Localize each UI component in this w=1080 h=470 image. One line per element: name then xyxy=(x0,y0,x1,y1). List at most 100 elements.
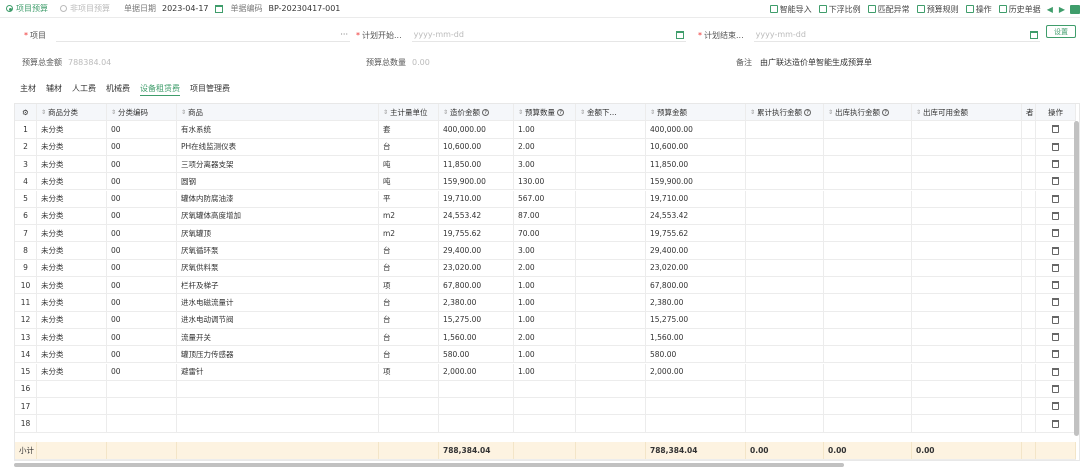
unit-cell[interactable] xyxy=(379,398,439,415)
trash-icon[interactable] xyxy=(1052,125,1059,134)
outbound-avail-cell[interactable] xyxy=(912,277,1022,294)
product-cell[interactable]: 厌氧供料泵 xyxy=(177,259,379,276)
column-header[interactable]: ⇕ 累计执行金额? xyxy=(746,104,824,121)
extra-cell[interactable] xyxy=(1022,415,1036,432)
cost-amount-cell[interactable]: 2,000.00 xyxy=(439,363,514,380)
trash-icon[interactable] xyxy=(1052,367,1059,376)
category-code-cell[interactable]: 00 xyxy=(107,207,177,225)
cost-amount-cell[interactable]: 23,020.00 xyxy=(439,259,514,276)
outbound-exec-cell[interactable] xyxy=(824,311,912,328)
extra-cell[interactable] xyxy=(1022,380,1036,398)
category-code-cell[interactable]: 00 xyxy=(107,121,177,138)
budget-qty-cell[interactable]: 2.00 xyxy=(514,259,576,276)
outbound-exec-cell[interactable] xyxy=(824,225,912,242)
horizontal-scrollbar[interactable] xyxy=(14,463,844,467)
cumulative-exec-cell[interactable] xyxy=(746,398,824,415)
category-cell[interactable]: 未分类 xyxy=(37,207,107,225)
budget-amount-cell[interactable]: 10,600.00 xyxy=(646,138,746,155)
cumulative-exec-cell[interactable] xyxy=(746,207,824,225)
outbound-avail-cell[interactable] xyxy=(912,380,1022,398)
amount-down-cell[interactable] xyxy=(576,346,646,363)
category-code-cell[interactable]: 00 xyxy=(107,363,177,380)
product-cell[interactable]: 有水系统 xyxy=(177,121,379,138)
cumulative-exec-cell[interactable] xyxy=(746,242,824,259)
budget-amount-cell[interactable] xyxy=(646,415,746,432)
column-header[interactable]: ⇕ 预算金额 xyxy=(646,104,746,121)
category-cell[interactable]: 未分类 xyxy=(37,190,107,207)
budget-amount-cell[interactable] xyxy=(646,380,746,398)
plan-end-input[interactable]: yyyy-mm-dd xyxy=(753,28,1040,42)
budget-amount-cell[interactable]: 15,275.00 xyxy=(646,311,746,328)
amount-down-cell[interactable] xyxy=(576,173,646,190)
budget-qty-cell[interactable] xyxy=(514,380,576,398)
unit-cell[interactable]: 台 xyxy=(379,346,439,363)
tab-equipment-rental[interactable]: 设备租赁费 xyxy=(140,80,180,98)
outbound-exec-cell[interactable] xyxy=(824,415,912,432)
amount-down-cell[interactable] xyxy=(576,363,646,380)
product-cell[interactable]: 罐体内防腐油漆 xyxy=(177,190,379,207)
cost-amount-cell[interactable]: 10,600.00 xyxy=(439,138,514,155)
cumulative-exec-cell[interactable] xyxy=(746,259,824,276)
extra-cell[interactable] xyxy=(1022,363,1036,380)
category-code-cell[interactable]: 00 xyxy=(107,138,177,155)
outbound-avail-cell[interactable] xyxy=(912,398,1022,415)
unit-cell[interactable]: 套 xyxy=(379,121,439,138)
outbound-avail-cell[interactable] xyxy=(912,259,1022,276)
unit-cell[interactable]: 吨 xyxy=(379,173,439,190)
trash-icon[interactable] xyxy=(1052,246,1059,255)
product-cell[interactable]: 三项分离器支架 xyxy=(177,155,379,173)
tab-aux-material[interactable]: 辅材 xyxy=(46,80,62,98)
category-code-cell[interactable] xyxy=(107,380,177,398)
plan-start-input[interactable]: yyyy-mm-dd xyxy=(411,28,686,42)
column-header[interactable]: ⇕ 预算数量? xyxy=(514,104,576,121)
outbound-avail-cell[interactable] xyxy=(912,346,1022,363)
sort-icon[interactable]: ⇕ xyxy=(181,109,186,116)
menu-icon[interactable] xyxy=(1070,4,1080,14)
budget-amount-cell[interactable]: 2,000.00 xyxy=(646,363,746,380)
outbound-exec-cell[interactable] xyxy=(824,138,912,155)
radio-nonproject-budget[interactable]: 非项目预算 xyxy=(60,3,110,14)
budget-qty-cell[interactable]: 130.00 xyxy=(514,173,576,190)
product-cell[interactable]: 流量开关 xyxy=(177,328,379,346)
outbound-avail-cell[interactable] xyxy=(912,138,1022,155)
budget-qty-cell[interactable]: 3.00 xyxy=(514,242,576,259)
category-cell[interactable]: 未分类 xyxy=(37,311,107,328)
cumulative-exec-cell[interactable] xyxy=(746,294,824,311)
extra-cell[interactable] xyxy=(1022,346,1036,363)
unit-cell[interactable]: 台 xyxy=(379,259,439,276)
cumulative-exec-cell[interactable] xyxy=(746,173,824,190)
trash-icon[interactable] xyxy=(1052,315,1059,324)
category-cell[interactable]: 未分类 xyxy=(37,242,107,259)
budget-qty-cell[interactable]: 2.00 xyxy=(514,328,576,346)
category-cell[interactable]: 未分类 xyxy=(37,363,107,380)
amount-down-cell[interactable] xyxy=(576,190,646,207)
column-header[interactable]: ⇕ 出库执行金额? xyxy=(824,104,912,121)
outbound-exec-cell[interactable] xyxy=(824,207,912,225)
budget-qty-cell[interactable]: 1.00 xyxy=(514,363,576,380)
cost-amount-cell[interactable]: 15,275.00 xyxy=(439,311,514,328)
unit-cell[interactable] xyxy=(379,415,439,432)
category-code-cell[interactable] xyxy=(107,398,177,415)
trash-icon[interactable] xyxy=(1052,142,1059,151)
cost-amount-cell[interactable]: 19,710.00 xyxy=(439,190,514,207)
category-cell[interactable]: 未分类 xyxy=(37,277,107,294)
doc-date-value[interactable]: 2023-04-17 xyxy=(162,4,209,13)
cost-amount-cell[interactable]: 400,000.00 xyxy=(439,121,514,138)
category-cell[interactable]: 未分类 xyxy=(37,259,107,276)
cumulative-exec-cell[interactable] xyxy=(746,277,824,294)
project-input[interactable]: ··· xyxy=(56,28,350,42)
extra-cell[interactable] xyxy=(1022,207,1036,225)
cost-amount-cell[interactable]: 11,850.00 xyxy=(439,155,514,173)
cost-amount-cell[interactable]: 19,755.62 xyxy=(439,225,514,242)
budget-amount-cell[interactable]: 19,755.62 xyxy=(646,225,746,242)
trash-icon[interactable] xyxy=(1052,402,1059,411)
extra-cell[interactable] xyxy=(1022,155,1036,173)
column-header[interactable]: 操作 xyxy=(1036,104,1076,121)
cumulative-exec-cell[interactable] xyxy=(746,415,824,432)
trash-icon[interactable] xyxy=(1052,419,1059,428)
history-button[interactable]: 历史单据 xyxy=(998,4,1041,15)
outbound-exec-cell[interactable] xyxy=(824,121,912,138)
calendar-icon[interactable] xyxy=(1029,30,1038,39)
sort-icon[interactable]: ⇕ xyxy=(111,109,116,116)
extra-cell[interactable] xyxy=(1022,242,1036,259)
